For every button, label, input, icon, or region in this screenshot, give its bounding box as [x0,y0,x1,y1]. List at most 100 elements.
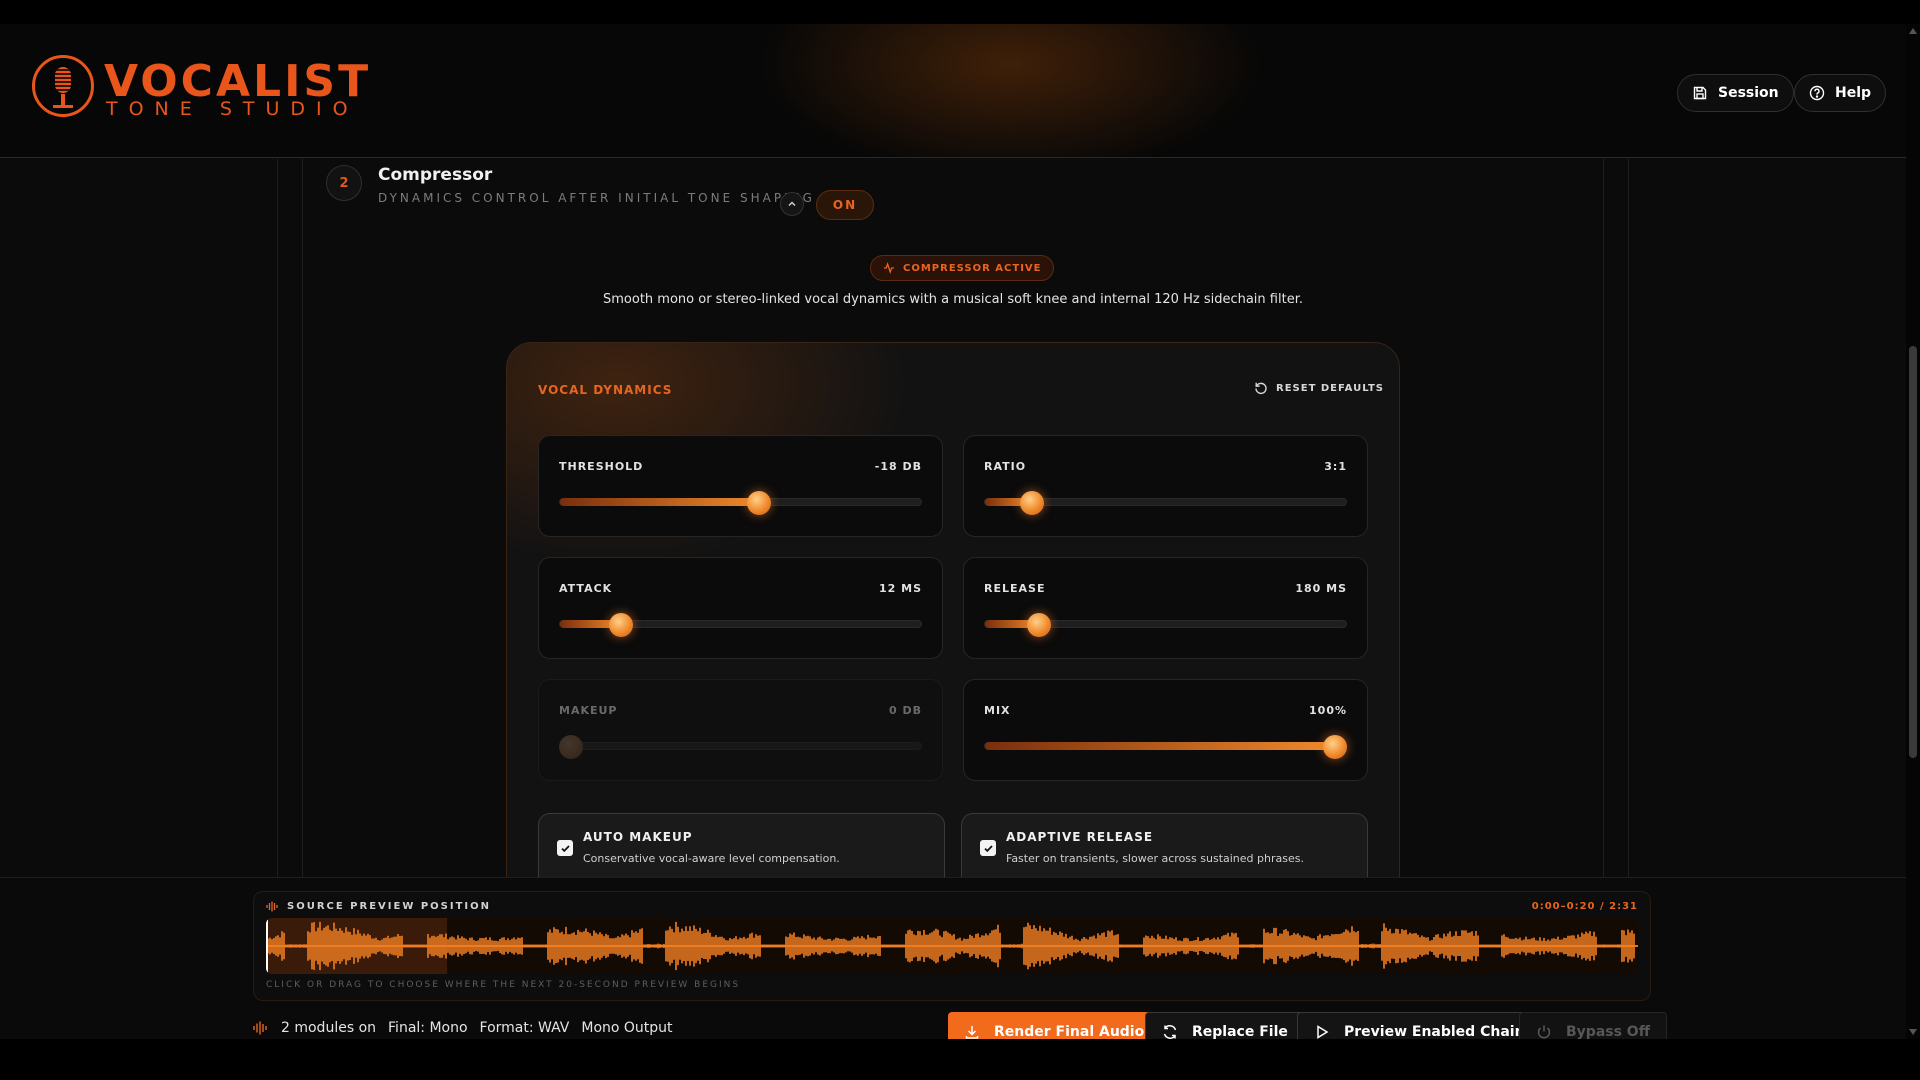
badge-label: COMPRESSOR ACTIVE [903,262,1042,274]
auto-makeup-checkbox[interactable] [557,840,573,856]
slider-value: 180 MS [1295,582,1347,595]
preview-time-range: 0:00–0:20 / 2:31 [1531,901,1638,912]
slider-value: 3:1 [1324,460,1347,473]
module-on-toggle[interactable]: ON [816,190,874,220]
ratio-slider[interactable] [984,491,1347,515]
microphone-logo-icon [32,55,94,117]
refresh-icon [1163,1025,1177,1039]
column-divider [1603,159,1604,877]
mix-slider[interactable] [984,735,1348,759]
replace-file-button[interactable]: Replace File [1145,1012,1305,1039]
slider-value: 0 DB [889,704,922,717]
playhead-marker [266,918,268,974]
app-window: VOCALIST TONE STUDIO Session Help 2 Comp… [0,24,1906,1039]
play-icon [1317,1025,1329,1039]
reset-label: RESET DEFAULTS [1276,382,1384,394]
module-description: Smooth mono or stereo-linked vocal dynam… [603,292,1303,307]
slider-handle[interactable] [1027,613,1052,637]
session-label: Session [1718,85,1779,101]
reset-defaults-button[interactable]: RESET DEFAULTS [1254,381,1384,395]
option-title: ADAPTIVE RELEASE [1006,830,1154,844]
slider-handle[interactable] [1323,735,1348,759]
mix-card: MIX 100% [963,679,1368,781]
help-label: Help [1835,85,1872,101]
preview-title: SOURCE PREVIEW POSITION [266,901,491,912]
waveform-icon [253,1021,267,1035]
compressor-active-badge: COMPRESSOR ACTIVE [870,255,1055,281]
preview-title-label: SOURCE PREVIEW POSITION [287,901,492,912]
save-icon [1693,86,1707,100]
slider-handle[interactable] [1019,491,1044,515]
slider-label: ATTACK [559,582,613,595]
slider-label: RATIO [984,460,1027,473]
bypass-button: Bypass Off [1519,1012,1668,1039]
status-final: Final: Mono [388,1020,468,1036]
release-card: RELEASE 180 MS [963,557,1368,659]
scroll-up-arrow[interactable] [1909,28,1917,34]
collapse-chevron-up-icon[interactable] [780,192,804,216]
release-slider[interactable] [984,613,1347,637]
slider-handle[interactable] [609,613,634,637]
slider-value: 100% [1309,704,1347,717]
preview-hint: CLICK OR DRAG TO CHOOSE WHERE THE NEXT 2… [266,980,741,990]
threshold-card: THRESHOLD -18 DB [538,435,943,537]
scrollbar-thumb[interactable] [1909,346,1917,758]
column-divider [1628,159,1629,877]
module-title: Compressor [378,165,493,185]
threshold-slider[interactable] [559,491,922,515]
slider-label: MIX [984,704,1011,717]
preview-label: Preview Enabled Chain [1344,1024,1525,1039]
activity-icon [884,262,894,274]
source-preview-section: SOURCE PREVIEW POSITION 0:00–0:20 / 2:31… [253,891,1651,1001]
slider-label: RELEASE [984,582,1046,595]
help-button[interactable]: Help [1794,74,1887,112]
column-divider [277,159,278,877]
scroll-down-arrow[interactable] [1909,1029,1917,1035]
slider-handle [558,735,583,759]
waveform [266,918,1638,974]
render-final-audio-button[interactable]: Render Final Audio [948,1012,1161,1039]
checkmark-icon [983,844,993,852]
status-summary: 2 modules on Final: Mono Format: WAV Mon… [253,1020,673,1036]
reset-icon [1255,382,1267,395]
attack-card: ATTACK 12 MS [538,557,943,659]
slider-value: 12 MS [878,582,922,595]
waveform-scrubber[interactable] [266,918,1638,974]
checkmark-icon [560,844,570,852]
power-icon [1537,1025,1551,1039]
status-modules: 2 modules on [281,1020,377,1036]
replace-label: Replace File [1192,1024,1288,1039]
session-button[interactable]: Session [1677,74,1794,112]
attack-slider[interactable] [559,613,922,637]
brand-subtitle: TONE STUDIO [106,98,359,120]
adaptive-release-checkbox[interactable] [980,840,996,856]
vertical-scrollbar[interactable] [1906,24,1920,1039]
column-divider [302,159,303,877]
slider-handle[interactable] [746,491,771,515]
render-label: Render Final Audio [994,1024,1145,1039]
status-output: Mono Output [581,1020,673,1036]
slider-value: -18 DB [874,460,922,473]
module-number: 2 [326,165,362,201]
slider-fill [985,742,1336,750]
app-header: VOCALIST TONE STUDIO Session Help [0,24,1906,158]
slider-label: MAKEUP [559,704,618,717]
waveform-icon [266,901,278,912]
makeup-card: MAKEUP 0 DB [538,679,943,781]
option-description: Conservative vocal-aware level compensat… [583,852,840,865]
preview-enabled-chain-button[interactable]: Preview Enabled Chain [1297,1012,1542,1039]
module-subtitle: DYNAMICS CONTROL AFTER INITIAL TONE SHAP… [378,191,815,205]
slider-label: THRESHOLD [559,460,644,473]
footer-bar: SOURCE PREVIEW POSITION 0:00–0:20 / 2:31… [0,877,1906,1039]
download-icon [965,1026,979,1039]
vocal-dynamics-panel: VOCAL DYNAMICS RESET DEFAULTS THRESHOLD … [506,342,1400,902]
bypass-label: Bypass Off [1566,1024,1651,1039]
help-circle-icon [1809,85,1825,101]
status-format: Format: WAV [479,1020,570,1036]
slider-fill [560,498,759,506]
panel-title: VOCAL DYNAMICS [538,383,673,397]
option-description: Faster on transients, slower across sust… [1006,852,1304,865]
option-title: AUTO MAKEUP [583,830,693,844]
makeup-slider [558,735,922,759]
ratio-card: RATIO 3:1 [963,435,1368,537]
